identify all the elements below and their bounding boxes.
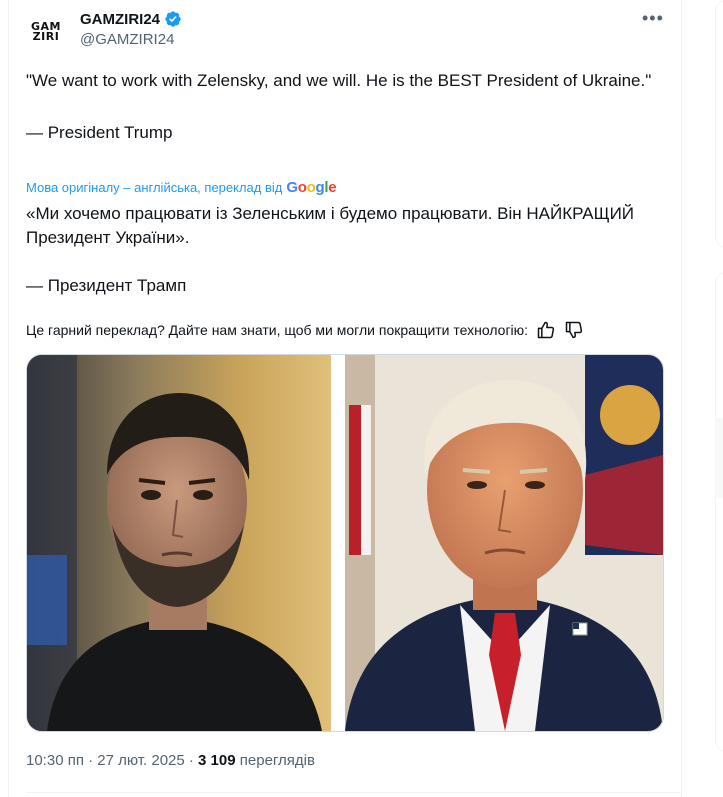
portrait-right (345, 355, 663, 731)
thumb-up-icon[interactable] (536, 320, 556, 340)
translation-note-text: Мова оригіналу – англійська, переклад ві… (26, 180, 283, 195)
sidebar-shade (715, 418, 723, 498)
views-count: 3 109 (198, 752, 236, 769)
tweet-meta: 10:30 пп · 27 лют. 2025 · 3 109 перегляд… (26, 752, 315, 769)
feedback-prompt: Це гарний переклад? Дайте нам знати, щоб… (26, 322, 529, 338)
views-label: переглядів (235, 752, 315, 769)
sidebar-card (715, 272, 723, 752)
tweet-timestamp[interactable]: 10:30 пп · 27 лют. 2025 · (26, 752, 198, 769)
author-handle[interactable]: @GAMZIRI24 (80, 31, 174, 48)
photo-right[interactable] (345, 355, 663, 731)
author-display-name[interactable]: GAMZIRI24 (80, 11, 160, 28)
translation-feedback: Це гарний переклад? Дайте нам знати, щоб… (26, 320, 584, 340)
tweet-media[interactable] (26, 354, 664, 732)
timeline-border-right (681, 0, 682, 797)
divider (26, 792, 682, 793)
avatar[interactable]: GAM ZIRI (24, 10, 68, 54)
avatar-text-bottom: ZIRI (32, 30, 60, 43)
more-dots-icon[interactable]: ••• (642, 8, 664, 29)
timeline-border-left (8, 0, 9, 797)
thumb-down-icon[interactable] (564, 320, 584, 340)
portrait-left (27, 355, 331, 731)
sidebar-card (715, 0, 723, 248)
verified-badge-icon (165, 11, 181, 27)
translated-text: «Ми хочемо працювати із Зеленським і буд… (26, 204, 635, 295)
tweet-text: "We want to work with Zelensky, and we w… (26, 71, 652, 142)
translation-note: Мова оригіналу – англійська, переклад ві… (26, 179, 337, 196)
photo-left[interactable] (27, 355, 331, 731)
author-name-row[interactable]: GAMZIRI24 (80, 10, 182, 28)
google-logo: Google (286, 179, 337, 196)
